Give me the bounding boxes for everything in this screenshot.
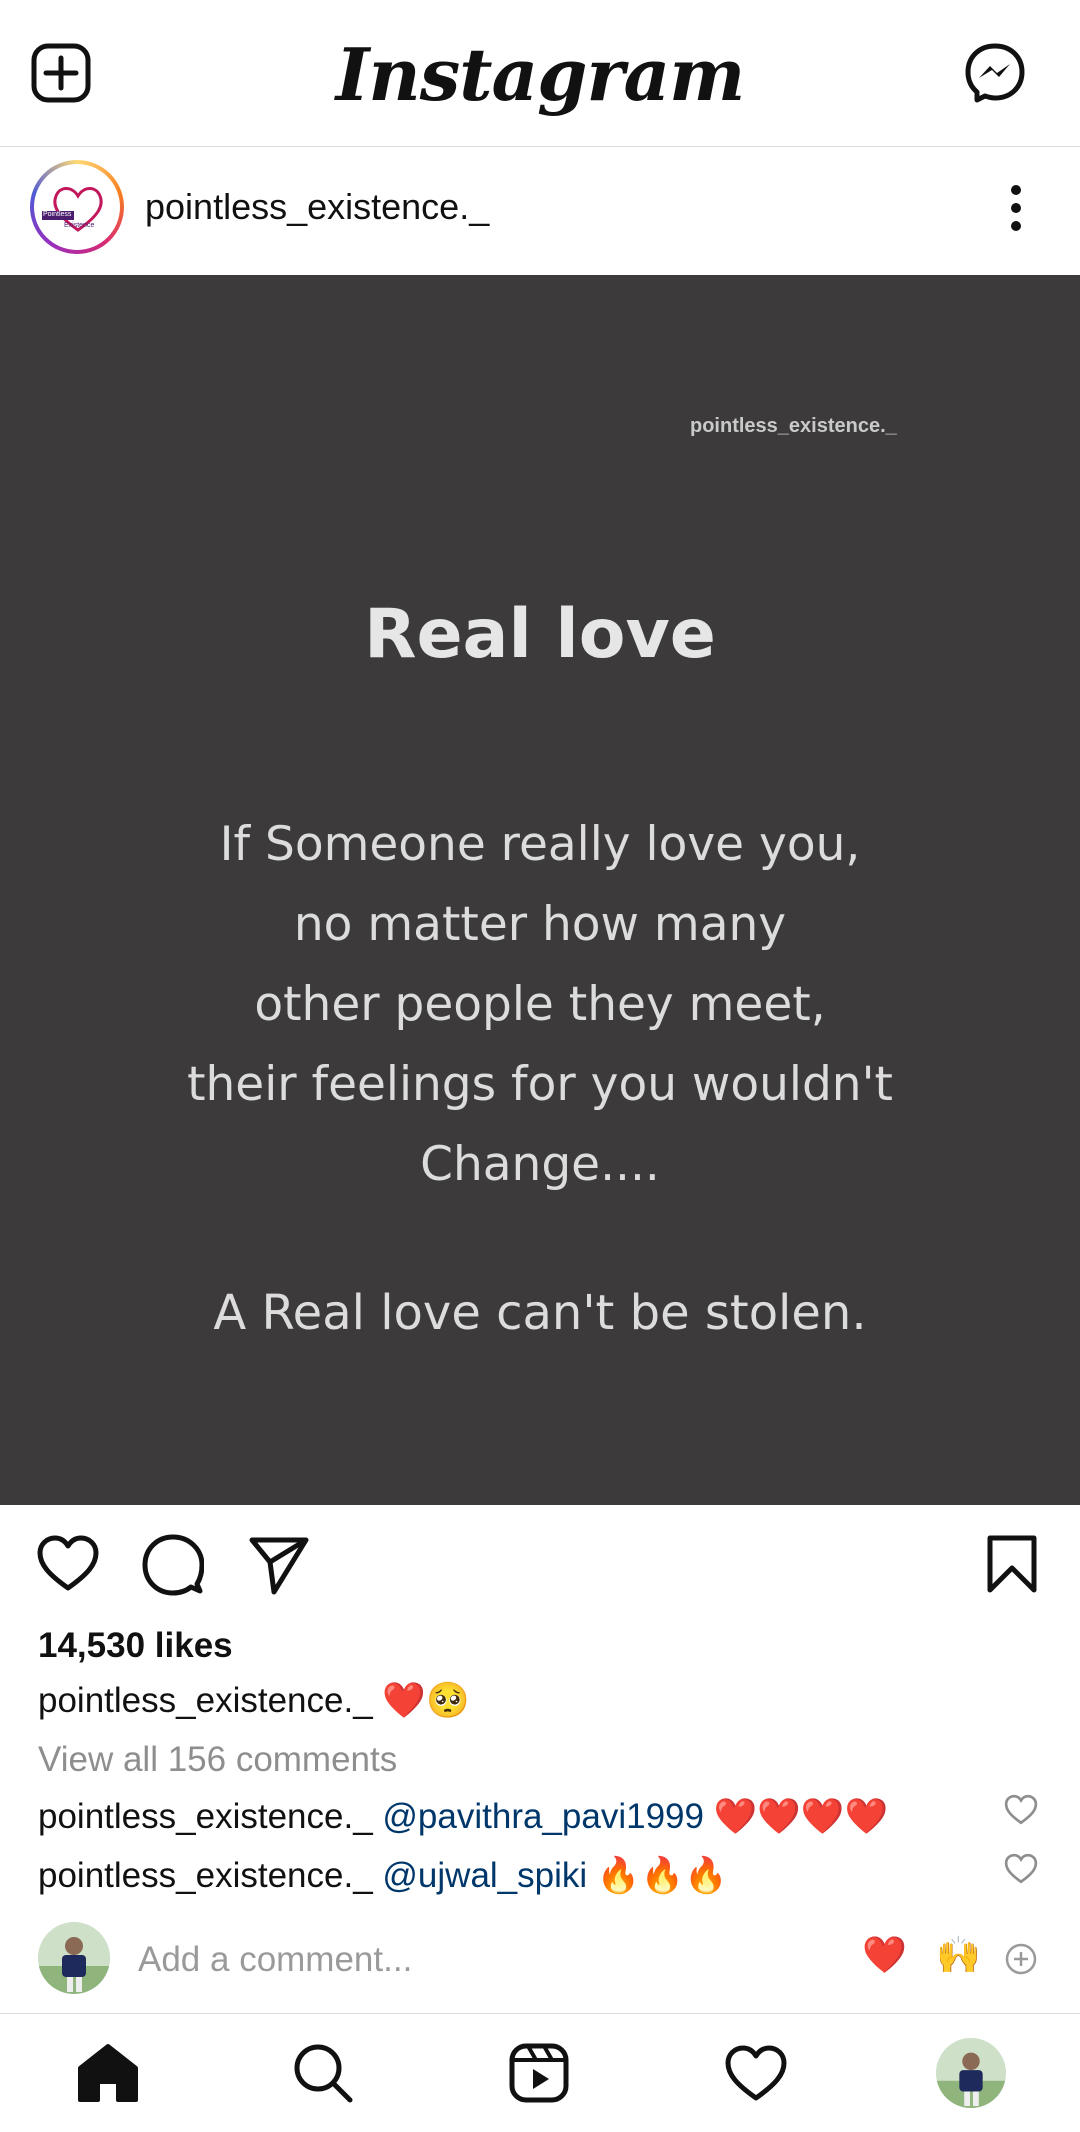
heart-outline-icon <box>1004 1794 1038 1825</box>
comment-row: pointless_existence._ @ujwal_spiki 🔥🔥🔥 <box>38 1855 728 1896</box>
view-all-comments-link[interactable]: View all 156 comments <box>38 1740 397 1780</box>
heart-logo-icon <box>42 187 103 232</box>
likes-count[interactable]: 14,530 likes <box>38 1626 233 1666</box>
bookmark-icon <box>987 1535 1037 1593</box>
add-reaction-button[interactable] <box>1004 1942 1038 1981</box>
quote-ending: A Real love can't be stolen. <box>213 1285 867 1341</box>
quote-line: other people they meet, <box>254 977 826 1032</box>
add-comment-input[interactable]: Add a comment... <box>138 1940 412 1980</box>
post-author-username[interactable]: pointless_existence._ <box>145 186 489 228</box>
save-button[interactable] <box>984 1534 1040 1599</box>
nav-reels[interactable] <box>508 2042 570 2109</box>
quick-reaction-raised-hands[interactable]: 🙌 <box>936 1934 981 1976</box>
comment-mention[interactable]: @pavithra_pavi1999 <box>382 1797 704 1836</box>
quote-line: If Someone really love you, <box>219 817 861 872</box>
search-icon <box>294 2044 353 2103</box>
profile-avatar <box>936 2038 1006 2108</box>
comment-button[interactable] <box>142 1534 205 1601</box>
heart-outline-icon <box>37 1535 99 1591</box>
messenger-icon <box>965 43 1025 103</box>
comment-username[interactable]: pointless_existence._ <box>38 1797 373 1836</box>
post-image[interactable]: pointless_existence._ Real love If Someo… <box>0 275 1080 1505</box>
avatar-text: Existence <box>64 222 95 229</box>
comment-mention[interactable]: @ujwal_spiki <box>382 1856 587 1895</box>
heart-icon <box>725 2045 787 2101</box>
comment-text: ❤️❤️❤️❤️ <box>713 1797 889 1836</box>
share-button[interactable] <box>248 1534 310 1601</box>
quote-line: their feelings for you wouldn't <box>187 1057 893 1112</box>
nav-profile[interactable] <box>936 2038 1006 2108</box>
caption-text: ❤️🥺 <box>382 1681 470 1720</box>
bottom-navigation <box>0 2013 1080 2132</box>
user-photo-icon <box>38 1922 110 1994</box>
quote-body: If Someone really love you, no matter ho… <box>0 805 1080 1205</box>
messenger-button[interactable] <box>964 42 1026 104</box>
reels-icon <box>509 2043 569 2103</box>
comment-row: pointless_existence._ @pavithra_pavi1999… <box>38 1796 888 1837</box>
avatar-text: Pointless <box>43 211 72 218</box>
more-options-button[interactable] <box>996 180 1036 236</box>
quote-line: Change.... <box>420 1137 660 1192</box>
heart-outline-icon <box>1004 1853 1038 1884</box>
app-logo: Instagram <box>335 32 746 117</box>
avatar-image: Pointless Existence <box>34 164 120 250</box>
top-bar: Instagram <box>0 0 1080 147</box>
home-icon <box>78 2044 138 2102</box>
current-user-avatar <box>38 1922 110 1994</box>
more-vertical-icon <box>1011 185 1021 231</box>
image-watermark: pointless_existence._ <box>690 415 897 437</box>
quick-reaction-heart[interactable]: ❤️ <box>862 1934 907 1976</box>
comment-like-button[interactable] <box>1004 1794 1038 1831</box>
comment-text: 🔥🔥🔥 <box>596 1856 728 1895</box>
comment-like-button[interactable] <box>1004 1853 1038 1890</box>
like-button[interactable] <box>36 1534 100 1599</box>
quote-line: no matter how many <box>293 897 787 952</box>
comment-icon <box>142 1534 205 1596</box>
post-author-avatar[interactable]: Pointless Existence <box>30 160 124 254</box>
comment-username[interactable]: pointless_existence._ <box>38 1856 373 1895</box>
nav-home[interactable] <box>76 2042 140 2109</box>
post-caption: pointless_existence._ ❤️🥺 <box>38 1680 470 1721</box>
plus-circle-icon <box>1005 1943 1037 1975</box>
nav-search[interactable] <box>292 2042 354 2109</box>
caption-username[interactable]: pointless_existence._ <box>38 1681 373 1720</box>
send-icon <box>249 1537 309 1595</box>
quote-title: Real love <box>364 595 716 674</box>
nav-activity[interactable] <box>724 2044 788 2109</box>
